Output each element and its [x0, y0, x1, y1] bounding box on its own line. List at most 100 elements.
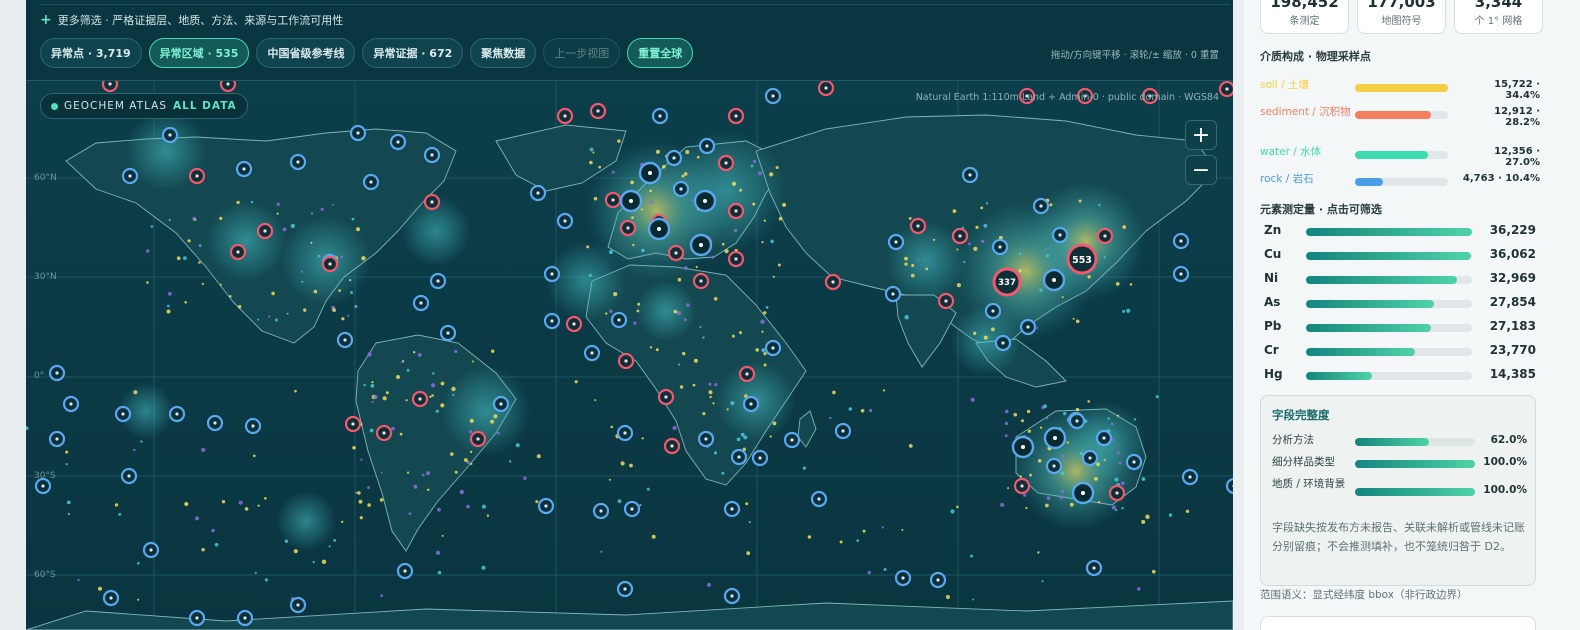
anomaly-marker-blue[interactable]	[1125, 453, 1143, 471]
element-row-zn[interactable]: Zn 36,229	[1260, 222, 1540, 242]
anomaly-marker-blue[interactable]	[665, 149, 683, 167]
anomaly-marker-large[interactable]	[693, 189, 717, 213]
more-filters-toggle[interactable]: + 更多筛选 · 严格证据层、地质、方法、来源与工作流可用性	[40, 12, 343, 28]
anomaly-marker-blue[interactable]	[623, 500, 641, 518]
anomaly-marker-blue[interactable]	[244, 417, 262, 435]
element-row-pb[interactable]: Pb 27,183	[1260, 318, 1540, 338]
chip-focus-data[interactable]: 聚焦数据	[470, 38, 537, 68]
anomaly-marker-blue[interactable]	[188, 609, 206, 627]
anomaly-marker-blue[interactable]	[492, 395, 510, 413]
cluster-337[interactable]: 337	[992, 267, 1022, 297]
anomaly-marker-red[interactable]	[663, 437, 681, 455]
anomaly-marker-red[interactable]	[824, 273, 842, 291]
anomaly-marker-red[interactable]	[1096, 227, 1114, 245]
anomaly-marker-blue[interactable]	[991, 238, 1009, 256]
anomaly-marker-blue[interactable]	[206, 414, 224, 432]
anomaly-marker-large[interactable]	[1043, 426, 1067, 450]
anomaly-marker-red[interactable]	[229, 243, 247, 261]
chip-anomaly-regions[interactable]: 异常区域 · 535	[148, 38, 250, 68]
anomaly-marker-blue[interactable]	[396, 562, 414, 580]
anomaly-marker-blue[interactable]	[672, 180, 690, 198]
anomaly-marker-red[interactable]	[469, 430, 487, 448]
chip-china-province-reference[interactable]: 中国省级参考线	[256, 38, 356, 68]
cluster-553[interactable]: 553	[1066, 243, 1098, 275]
anomaly-marker-large[interactable]	[619, 189, 643, 213]
anomaly-marker-blue[interactable]	[439, 324, 457, 342]
anomaly-marker-red[interactable]	[589, 102, 607, 120]
anomaly-marker-blue[interactable]	[537, 497, 555, 515]
element-row-cu[interactable]: Cu 36,062	[1260, 246, 1540, 266]
anomaly-marker-large[interactable]	[1071, 481, 1095, 505]
anomaly-marker-blue[interactable]	[751, 449, 769, 467]
anomaly-marker-blue[interactable]	[120, 467, 138, 485]
anomaly-marker-blue[interactable]	[742, 395, 760, 413]
anomaly-marker-red[interactable]	[937, 292, 955, 310]
anomaly-marker-blue[interactable]	[616, 580, 634, 598]
anomaly-marker-red[interactable]	[667, 244, 685, 262]
anomaly-marker-blue[interactable]	[1019, 318, 1037, 336]
chip-anomaly-points[interactable]: 异常点 · 3,719	[40, 38, 142, 68]
anomaly-marker-blue[interactable]	[362, 173, 380, 191]
anomaly-marker-blue[interactable]	[289, 153, 307, 171]
anomaly-marker-blue[interactable]	[1068, 412, 1086, 430]
anomaly-marker-blue[interactable]	[102, 589, 120, 607]
anomaly-marker-blue[interactable]	[1095, 429, 1113, 447]
anomaly-marker-blue[interactable]	[810, 490, 828, 508]
anomaly-marker-blue[interactable]	[289, 596, 307, 614]
anomaly-marker-blue[interactable]	[114, 405, 132, 423]
anomaly-marker-blue[interactable]	[723, 587, 741, 605]
anomaly-marker-red[interactable]	[727, 250, 745, 268]
anomaly-marker-blue[interactable]	[62, 395, 80, 413]
zoom-in-button[interactable]: +	[1185, 120, 1217, 150]
anomaly-marker-blue[interactable]	[48, 430, 66, 448]
anomaly-marker-blue[interactable]	[336, 331, 354, 349]
anomaly-marker-blue[interactable]	[984, 302, 1002, 320]
anomaly-marker-blue[interactable]	[556, 212, 574, 230]
anomaly-marker-red[interactable]	[101, 81, 119, 93]
anomaly-marker-red[interactable]	[344, 415, 362, 433]
anomaly-marker-blue[interactable]	[610, 311, 628, 329]
anomaly-marker-blue[interactable]	[834, 422, 852, 440]
anomaly-marker-blue[interactable]	[412, 294, 430, 312]
anomaly-marker-red[interactable]	[817, 81, 835, 97]
anomaly-marker-red[interactable]	[411, 390, 429, 408]
anomaly-marker-large[interactable]	[638, 161, 662, 185]
anomaly-marker-blue[interactable]	[994, 334, 1012, 352]
anomaly-marker-red[interactable]	[1218, 81, 1233, 98]
anomaly-marker-blue[interactable]	[616, 424, 634, 442]
anomaly-marker-blue[interactable]	[349, 124, 367, 142]
element-row-hg[interactable]: Hg 14,385	[1260, 366, 1540, 386]
anomaly-marker-blue[interactable]	[1181, 468, 1199, 486]
anomaly-marker-blue[interactable]	[142, 541, 160, 559]
anomaly-marker-blue[interactable]	[764, 339, 782, 357]
element-row-ni[interactable]: Ni 32,969	[1260, 270, 1540, 290]
anomaly-marker-blue[interactable]	[1032, 197, 1050, 215]
element-row-cr[interactable]: Cr 23,770	[1260, 342, 1540, 362]
anomaly-marker-blue[interactable]	[1085, 559, 1103, 577]
anomaly-marker-blue[interactable]	[723, 500, 741, 518]
anomaly-marker-blue[interactable]	[423, 146, 441, 164]
anomaly-marker-blue[interactable]	[168, 405, 186, 423]
anomaly-marker-large[interactable]	[689, 233, 713, 257]
anomaly-marker-blue[interactable]	[1172, 232, 1190, 250]
anomaly-marker-red[interactable]	[219, 81, 237, 93]
anomaly-marker-blue[interactable]	[429, 272, 447, 290]
map-canvas[interactable]: 553 337	[26, 81, 1233, 630]
anomaly-marker-blue[interactable]	[592, 502, 610, 520]
anomaly-marker-red[interactable]	[1108, 484, 1126, 502]
anomaly-marker-blue[interactable]	[1172, 265, 1190, 283]
anomaly-marker-blue[interactable]	[1045, 457, 1063, 475]
anomaly-marker-red[interactable]	[604, 191, 622, 209]
anomaly-marker-blue[interactable]	[894, 569, 912, 587]
anomaly-marker-blue[interactable]	[730, 448, 748, 466]
anomaly-marker-blue[interactable]	[764, 87, 782, 105]
anomaly-marker-blue[interactable]	[121, 167, 139, 185]
anomaly-marker-red[interactable]	[692, 272, 710, 290]
anomaly-marker-blue[interactable]	[583, 344, 601, 362]
anomaly-marker-large[interactable]	[1042, 268, 1066, 292]
anomaly-marker-blue[interactable]	[161, 126, 179, 144]
anomaly-marker-red[interactable]	[565, 315, 583, 333]
anomaly-marker-blue[interactable]	[961, 166, 979, 184]
anomaly-marker-blue[interactable]	[1081, 449, 1099, 467]
anomaly-marker-blue[interactable]	[698, 137, 716, 155]
